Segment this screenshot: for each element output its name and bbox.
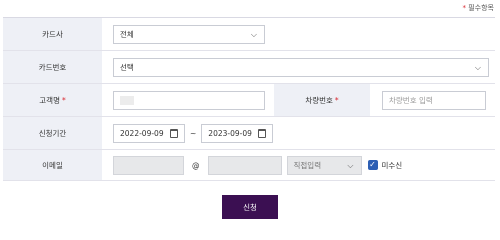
card-number-row: 카드번호 선택 ⌵: [3, 51, 495, 84]
email-domain-input[interactable]: [207, 155, 282, 175]
end-date-input[interactable]: 2023-09-09: [201, 123, 274, 143]
chevron-down-icon: ⌵: [347, 160, 354, 170]
name-vehicle-row: 고객명 * 차량번호 * 차량번호 입력: [3, 84, 495, 117]
vehicle-number-input[interactable]: 차량번호 입력: [382, 90, 486, 110]
card-company-label: 카드사: [3, 18, 102, 50]
chevron-down-icon: ⌵: [250, 29, 257, 39]
card-company-value: 전체: [120, 29, 134, 39]
customer-name-input[interactable]: [113, 90, 265, 110]
card-company-select[interactable]: 전체 ⌵: [113, 24, 265, 44]
submit-button[interactable]: 신청: [222, 195, 278, 219]
email-domain-select[interactable]: 직접입력 ⌵: [286, 155, 362, 175]
period-label: 신청기간: [3, 117, 102, 149]
email-label: 이메일: [3, 150, 102, 180]
calendar-icon[interactable]: [258, 128, 267, 138]
required-star: *: [462, 4, 467, 12]
unreceived-option[interactable]: ✓ 미수신: [367, 160, 403, 171]
vehicle-number-label: 차량번호 *: [274, 84, 370, 116]
email-at-sign: @: [192, 160, 200, 170]
unreceived-label: 미수신: [381, 160, 403, 170]
chevron-down-icon: ⌵: [474, 62, 481, 72]
email-row: 이메일 @ 직접입력 ⌵ ✓ 미수신: [3, 150, 495, 181]
period-row: 신청기간 2022-09-09 ~ 2023-09-09: [3, 117, 495, 150]
application-form: 카드사 전체 ⌵ 카드번호 선택 ⌵ 고객명 * 차량번호 * 차량번호 입력 …: [3, 17, 495, 181]
calendar-icon[interactable]: [170, 128, 178, 138]
masked-name: [120, 95, 134, 105]
card-number-select[interactable]: 선택 ⌵: [113, 57, 489, 77]
required-note-text: 필수항목: [468, 4, 494, 12]
card-number-label: 카드번호: [3, 51, 102, 83]
email-local-input[interactable]: [113, 155, 184, 175]
card-number-value: 선택: [120, 62, 134, 72]
date-tilde: ~: [190, 128, 197, 138]
customer-name-label: 고객명 *: [3, 84, 102, 116]
unreceived-checkbox[interactable]: ✓: [367, 160, 378, 170]
start-date-input[interactable]: 2022-09-09: [113, 123, 185, 143]
required-note: * 필수항목: [463, 3, 495, 13]
card-company-row: 카드사 전체 ⌵: [3, 18, 495, 51]
